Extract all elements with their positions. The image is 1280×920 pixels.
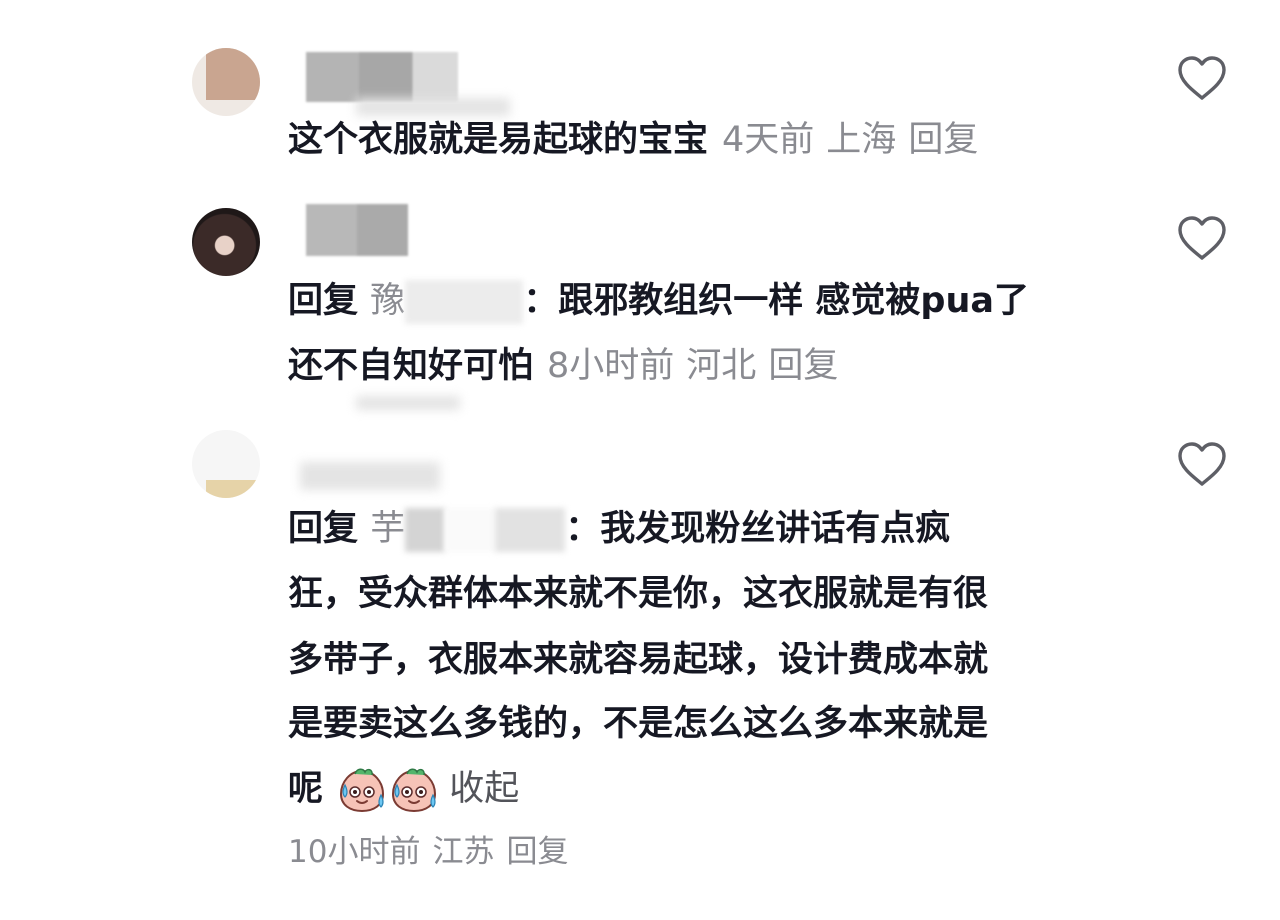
redacted-text-shadow (356, 396, 460, 410)
comment-3-location: 江苏 (432, 834, 495, 870)
redacted-reply-target (405, 280, 524, 324)
redacted-username-shadow (356, 98, 510, 116)
redacted-reply-target (405, 508, 446, 552)
reply-target-name[interactable]: 豫 (370, 280, 524, 324)
comment-3-text-line4: 是要卖这么多钱的，不是怎么这么多本来就是 (288, 704, 989, 744)
comment-2-location: 河北 (686, 346, 757, 386)
comment-3-text-line1: 我发现粉丝讲话有点疯 (600, 509, 951, 549)
comment-3-time: 10小时前 (288, 834, 421, 870)
commenter-avatar[interactable] (192, 48, 260, 116)
avatar-image (206, 480, 260, 498)
reply-prefix: 回复 (288, 281, 359, 321)
comment-3-body-line2: 狂，受众群体本来就不是你，这衣服就是有很 (288, 574, 988, 614)
redacted-username[interactable] (306, 52, 458, 102)
comment-3-body-line5: 呢 收起 (288, 766, 519, 814)
comment-3-reply-button[interactable]: 回复 (506, 834, 568, 870)
redacted-username[interactable] (300, 462, 440, 490)
comment-1-location: 上海 (826, 120, 897, 160)
comment-2-time: 8小时前 (547, 346, 675, 386)
comment-3-text-line2: 狂，受众群体本来就不是你，这衣服就是有很 (288, 574, 989, 614)
comment-1-body: 这个衣服就是易起球的宝宝 4天前 上海 回复 (288, 120, 978, 160)
comment-2-text-line2: 还不自知好可怕 (288, 346, 534, 386)
sweat-face-emoji-icon (392, 768, 437, 813)
comment-2-body-line2: 还不自知好可怕 8小时前 河北 回复 (288, 346, 838, 386)
like-heart-icon[interactable] (1176, 214, 1228, 262)
comment-3-text-line3: 多带子，衣服本来就容易起球，设计费成本就 (288, 640, 989, 680)
commenter-avatar[interactable] (192, 430, 260, 498)
reply-target-name-start: 芋 (370, 509, 406, 549)
like-heart-icon[interactable] (1176, 440, 1228, 488)
comment-1-text: 这个衣服就是易起球的宝宝 (288, 120, 709, 160)
comment-1-time: 4天前 (722, 120, 815, 160)
reply-target-separator: ： (523, 281, 559, 321)
comment-3-body-line3: 多带子，衣服本来就容易起球，设计费成本就 (288, 640, 988, 680)
sweat-face-emoji-icon (340, 768, 385, 813)
commenter-avatar[interactable] (192, 208, 260, 276)
comment-3-meta: 10小时前 江苏 回复 (288, 832, 568, 872)
redacted-reply-target (445, 508, 496, 552)
collapse-button[interactable]: 收起 (449, 769, 519, 809)
comment-3-body-line4: 是要卖这么多钱的，不是怎么这么多本来就是 (288, 704, 988, 744)
redacted-reply-target (495, 508, 566, 552)
comment-3-body-line1: 回复 芋 ：我发现粉丝讲话有点疯 (288, 508, 950, 552)
avatar-image (206, 48, 260, 100)
reply-target-name-start: 豫 (370, 281, 406, 321)
reply-target-separator: ： (565, 509, 601, 549)
reply-prefix: 回复 (288, 509, 359, 549)
comment-3-text-line5: 呢 (288, 769, 324, 809)
like-heart-icon[interactable] (1176, 54, 1228, 102)
comment-2-text-line1: 跟邪教组织一样 感觉被pua了 (558, 281, 1030, 321)
comment-1-reply-button[interactable]: 回复 (908, 120, 978, 160)
redacted-username[interactable] (306, 204, 408, 256)
comment-2-body-line1: 回复 豫 ：跟邪教组织一样 感觉被pua了 (288, 280, 1029, 324)
reply-target-name[interactable]: 芋 (370, 508, 566, 552)
comment-2-reply-button[interactable]: 回复 (768, 346, 838, 386)
